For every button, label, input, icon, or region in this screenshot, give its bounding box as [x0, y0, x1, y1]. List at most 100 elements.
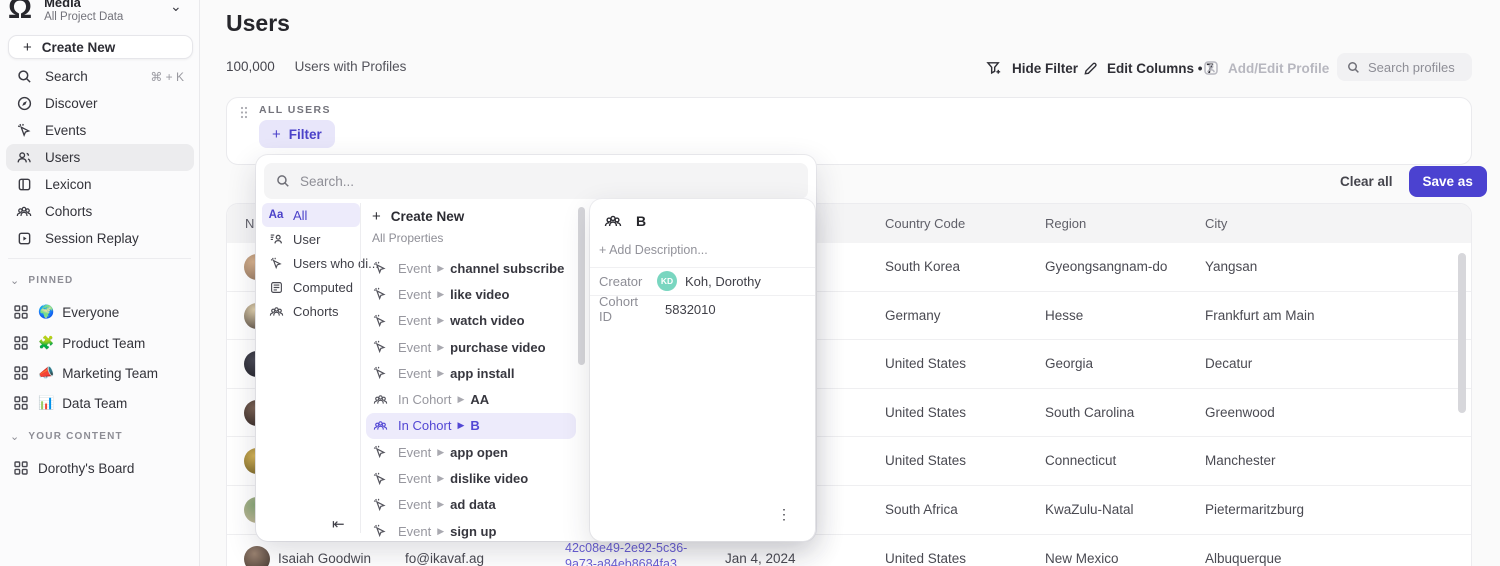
sidebar-item-data-team[interactable]: 📊 Data Team — [6, 390, 194, 416]
add-edit-profile-button[interactable]: Add/Edit Profile — [1203, 60, 1329, 76]
pinned-section-header[interactable]: ⌄ PINNED — [10, 274, 73, 287]
cell-country: United States — [885, 389, 966, 438]
users-icon — [16, 150, 32, 166]
sidebar-item-discover[interactable]: Discover — [6, 90, 194, 117]
chevron-down-icon[interactable]: ⌄ — [170, 0, 182, 15]
dropdown-items-list: Event▶channel subscribe Event▶like video… — [360, 255, 582, 544]
category-tab-users-who-did[interactable]: Users who di... — [262, 251, 360, 275]
dropdown-item-event[interactable]: Event▶app install — [360, 360, 582, 386]
sidebar-divider — [8, 258, 191, 259]
cell-user-id[interactable]: 42c08e49-2e92-5c36-9a73-a84eb8684fa3 — [565, 540, 687, 566]
sidebar-item-users[interactable]: Users — [6, 144, 194, 171]
column-header-city[interactable]: City — [1205, 204, 1227, 243]
event-icon — [372, 366, 388, 380]
sidebar-item-search[interactable]: Search ⌘ + K — [6, 63, 194, 90]
event-icon — [372, 340, 388, 354]
collapse-panel-icon[interactable]: ⇤ — [332, 515, 345, 533]
cell-country: Germany — [885, 292, 941, 341]
compass-icon — [16, 96, 32, 112]
dropdown-section-label: All Properties — [372, 231, 443, 245]
search-profiles-input[interactable]: Search profiles — [1337, 53, 1472, 81]
cell-region: South Carolina — [1045, 389, 1134, 438]
dropdown-item-event[interactable]: Event▶channel subscribe — [360, 255, 582, 281]
sidebar-item-dorothys-board[interactable]: Dorothy's Board — [6, 455, 194, 481]
cohorts-icon — [268, 305, 284, 318]
project-switcher[interactable]: Ω Media All Project Data — [8, 0, 123, 26]
save-as-button[interactable]: Save as — [1409, 166, 1487, 197]
sidebar-item-session-replay[interactable]: Session Replay — [6, 225, 194, 252]
cell-city: Decatur — [1205, 340, 1252, 389]
cohorts-icon — [604, 213, 622, 229]
cell-region: Georgia — [1045, 340, 1093, 389]
board-grid-icon — [14, 461, 28, 475]
category-tab-cohorts[interactable]: Cohorts — [262, 299, 360, 323]
chevron-down-icon: ⌄ — [10, 430, 20, 443]
app-frame: Ω Media All Project Data ⌄ + Create New … — [0, 0, 1500, 566]
cell-region: New Mexico — [1045, 535, 1119, 566]
sidebar: Ω Media All Project Data ⌄ + Create New … — [0, 0, 200, 566]
add-filter-button[interactable]: + Filter — [259, 120, 335, 148]
event-icon — [372, 287, 388, 301]
chevron-right-icon: ▶ — [437, 526, 444, 537]
dropdown-item-event[interactable]: Event▶purchase video — [360, 334, 582, 360]
kebab-menu-icon[interactable]: ⋮ — [777, 506, 791, 523]
add-description-link[interactable]: + Add Description... — [599, 243, 708, 257]
dropdown-create-new-button[interactable]: + Create New — [372, 203, 464, 229]
profile-count: 100,000 Users with Profiles — [226, 59, 406, 74]
sidebar-item-cohorts[interactable]: Cohorts — [6, 198, 194, 225]
category-tab-computed[interactable]: Computed — [262, 275, 360, 299]
plus-icon: + — [372, 208, 381, 225]
hide-filter-button[interactable]: Hide Filter — [986, 60, 1078, 76]
cohorts-icon — [372, 393, 388, 406]
sidebar-item-everyone[interactable]: 🌍 Everyone — [6, 299, 194, 325]
dropdown-item-event[interactable]: Event▶like video — [360, 281, 582, 307]
funnel-icon — [986, 60, 1003, 76]
sidebar-item-events[interactable]: Events — [6, 117, 194, 144]
megaphone-emoji-icon: 📣 — [38, 365, 54, 381]
your-content-section-header[interactable]: ⌄ YOUR CONTENT — [10, 430, 123, 443]
cell-region: Gyeongsangnam-do — [1045, 243, 1167, 292]
create-new-button[interactable]: + Create New — [8, 35, 193, 59]
dropdown-search-placeholder: Search... — [300, 174, 354, 189]
session-replay-icon — [16, 231, 32, 247]
dropdown-item-event[interactable]: Event▶app open — [360, 439, 582, 465]
user-properties-icon — [268, 232, 284, 246]
sidebar-item-product-team[interactable]: 🧩 Product Team — [6, 330, 194, 356]
dropdown-search-input[interactable]: Search... — [264, 163, 808, 199]
search-icon — [1347, 61, 1360, 74]
filter-group-label: ALL USERS — [259, 104, 331, 116]
table-scrollbar[interactable] — [1458, 253, 1466, 413]
sidebar-item-marketing-team[interactable]: 📣 Marketing Team — [6, 360, 194, 386]
category-tab-user[interactable]: User — [262, 227, 360, 251]
dropdown-item-event[interactable]: Event▶dislike video — [360, 465, 582, 491]
dropdown-item-event[interactable]: Event▶sign up — [360, 518, 582, 544]
plus-icon: + — [23, 39, 32, 56]
chevron-right-icon: ▶ — [437, 499, 444, 510]
clear-all-button[interactable]: Clear all — [1340, 174, 1393, 189]
dropdown-item-event[interactable]: Event▶watch video — [360, 308, 582, 334]
edit-columns-button[interactable]: Edit Columns • 7 — [1083, 61, 1214, 76]
cell-city: Yangsan — [1205, 243, 1257, 292]
cohorts-icon — [372, 419, 388, 432]
chevron-down-icon: ⌄ — [10, 274, 20, 287]
profile-count-number: 100,000 — [226, 59, 275, 74]
dropdown-item-cohort-selected[interactable]: In Cohort▶B — [366, 413, 576, 439]
chevron-right-icon: ▶ — [437, 315, 444, 326]
dropdown-scrollbar[interactable] — [578, 207, 585, 365]
chevron-right-icon: ▶ — [437, 473, 444, 484]
board-grid-icon — [14, 336, 28, 350]
cell-country: United States — [885, 437, 966, 486]
drag-handle-icon[interactable] — [240, 106, 248, 119]
cell-country: South Korea — [885, 243, 960, 292]
sidebar-item-lexicon[interactable]: Lexicon — [6, 171, 194, 198]
dropdown-item-event[interactable]: Event▶ad data — [360, 492, 582, 518]
column-header-region[interactable]: Region — [1045, 204, 1086, 243]
board-grid-icon — [14, 396, 28, 410]
category-tab-all[interactable]: Aa All — [262, 203, 360, 227]
cohort-title: B — [636, 213, 646, 229]
column-header-country-code[interactable]: Country Code — [885, 204, 965, 243]
chevron-right-icon: ▶ — [437, 368, 444, 379]
dropdown-item-cohort[interactable]: In Cohort▶AA — [360, 386, 582, 412]
event-icon — [372, 472, 388, 486]
search-icon — [276, 174, 290, 188]
